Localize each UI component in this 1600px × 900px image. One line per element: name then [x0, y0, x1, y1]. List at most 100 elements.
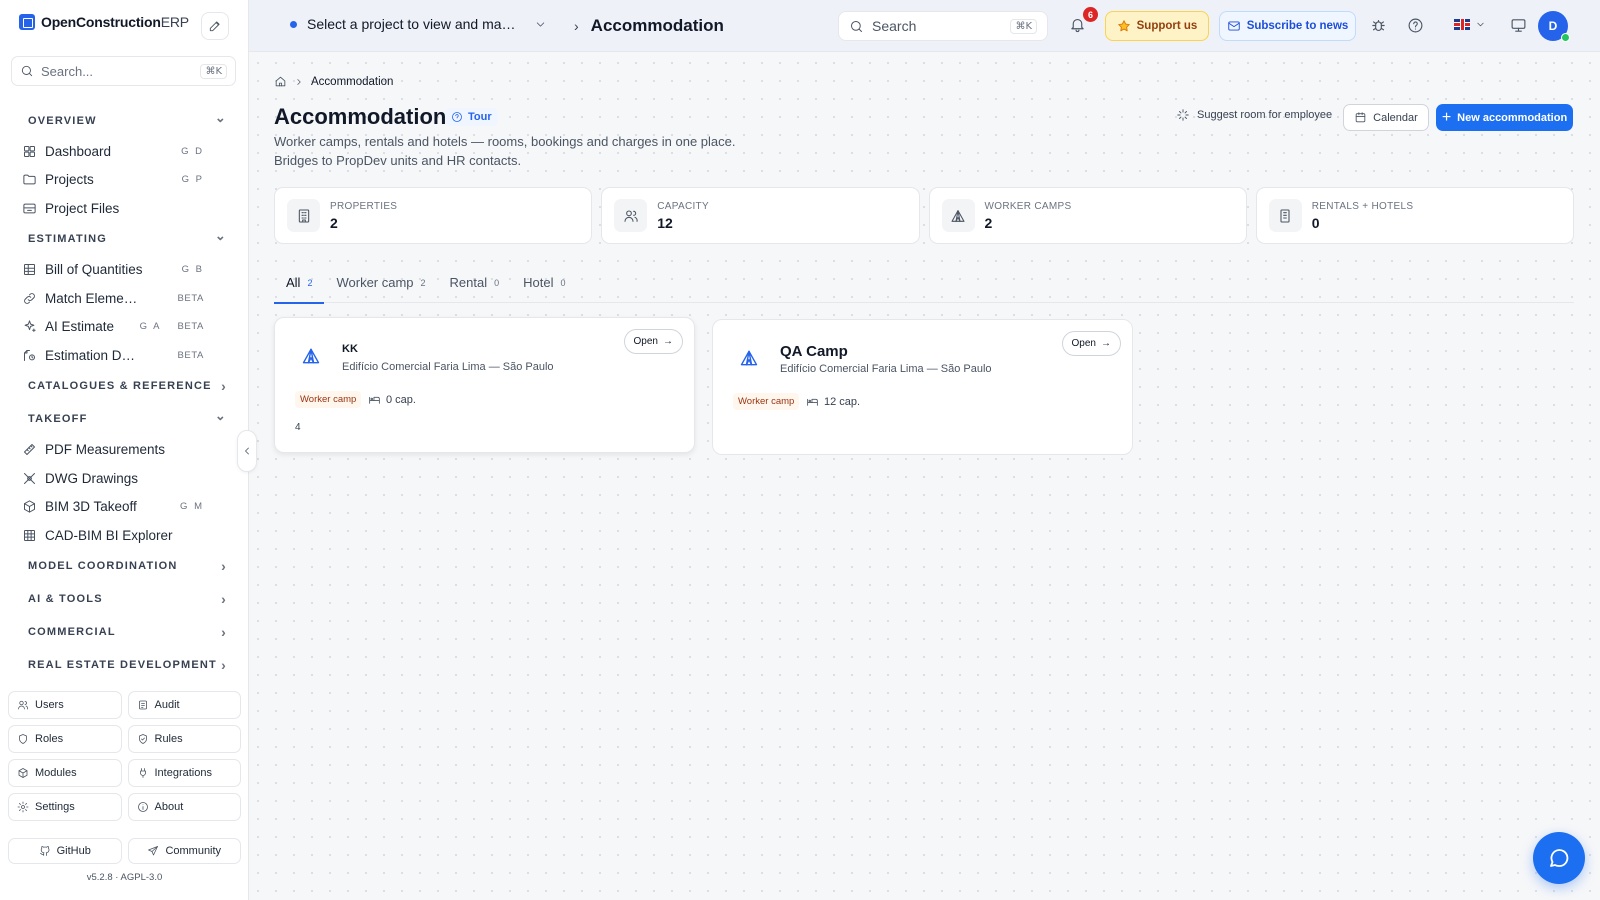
sidebar-item[interactable]: AI Estimate G A BETA [0, 313, 249, 342]
sidebar-item[interactable]: DWG Drawings [0, 464, 249, 493]
admin-link-about[interactable]: About [127, 793, 241, 821]
search-icon [849, 19, 864, 34]
tab-label: Hotel [523, 275, 554, 290]
link-community[interactable]: Community [127, 838, 241, 864]
tab-rental[interactable]: Rental 0 [438, 262, 512, 303]
nav-section-header[interactable]: ESTIMATING ⌄ [0, 223, 249, 256]
help-circle-icon [451, 111, 463, 123]
sidebar-item[interactable]: PDF Measurements [0, 436, 249, 465]
monitor-icon[interactable] [1510, 17, 1527, 34]
admin-link-audit[interactable]: Audit [127, 691, 241, 719]
shortcut-hint: G D [181, 145, 204, 157]
chevron-down-icon: ⌄ [214, 408, 227, 423]
sidebar-item[interactable]: Estimation D… BETA [0, 341, 249, 370]
project-selector[interactable]: Select a project to view and ma… [290, 16, 547, 32]
sidebar-item[interactable]: Bill of Quantities G B [0, 256, 249, 285]
admin-link-rules[interactable]: Rules [127, 725, 241, 753]
stat-icon-box [1268, 199, 1302, 232]
shortcut-hint: G P [181, 174, 204, 186]
bed-icon [806, 395, 819, 408]
admin-link-settings[interactable]: Settings [8, 793, 122, 821]
link-icon [22, 291, 37, 306]
chat-icon [1547, 846, 1571, 870]
admin-link-modules[interactable]: Modules [8, 759, 122, 787]
link-label: GitHub [56, 845, 91, 857]
bug-icon[interactable] [1370, 17, 1387, 34]
language-selector[interactable] [1454, 19, 1486, 30]
home-icon[interactable] [274, 75, 287, 88]
suggest-room-button[interactable]: Suggest room for employee [1176, 108, 1332, 122]
nav-section-header[interactable]: COMMERCIAL › [0, 616, 249, 649]
global-search-shortcut: ⌘K [1010, 18, 1037, 34]
stat-text: PROPERTIES 2 [330, 201, 397, 231]
stat-value: 2 [330, 214, 338, 231]
drawing-icon [22, 471, 37, 486]
admin-link-integrations[interactable]: Integrations [127, 759, 241, 787]
support-us-button[interactable]: Support us [1105, 11, 1209, 41]
nav-section-header[interactable]: CATALOGUES & REFERENCE › [0, 370, 249, 403]
nav-section-header[interactable]: MODEL COORDINATION › [0, 550, 249, 583]
tab-hotel[interactable]: Hotel 0 [511, 262, 577, 303]
stat-label: RENTALS + HOTELS [1311, 200, 1414, 212]
stat-card: PROPERTIES 2 [274, 187, 593, 244]
tab-count: 2 [420, 277, 426, 288]
nav-section-title: OVERVIEW [28, 114, 97, 127]
sidebar-item-label: Estimation D… [45, 347, 136, 363]
tent-icon [301, 346, 321, 366]
stat-icon-box [941, 199, 975, 232]
users-icon [17, 699, 29, 711]
app-logo[interactable]: OpenConstructionERP [19, 14, 189, 30]
tab-label: All [286, 275, 301, 290]
calendar-button[interactable]: Calendar [1343, 104, 1429, 131]
users-icon [623, 208, 639, 224]
accommodation-card[interactable]: KK Edifício Comercial Faria Lima — São Pa… [274, 317, 695, 453]
search-icon [20, 64, 34, 78]
sidebar-item[interactable]: Projects G P [0, 166, 249, 195]
tab-all[interactable]: All 2 [274, 262, 325, 304]
admin-link-users[interactable]: Users [8, 691, 122, 719]
tab-count: 0 [560, 277, 566, 288]
sidebar-item-label: Projects [45, 172, 94, 188]
beta-badge: BETA [177, 349, 204, 361]
new-accommodation-button[interactable]: + New accommodation [1436, 104, 1573, 131]
open-button[interactable]: Open → [1061, 331, 1121, 356]
stat-label: PROPERTIES [330, 200, 398, 212]
collapse-sidebar-button[interactable] [237, 430, 257, 472]
capacity-value: 0 cap. [386, 393, 416, 406]
type-tabs: All 2 Worker camp 2 Rental 0 Hotel 0 [274, 262, 1574, 304]
mail-icon [1227, 19, 1241, 33]
admin-link-roles[interactable]: Roles [8, 725, 122, 753]
nav-section-header[interactable]: AI & TOOLS › [0, 583, 249, 616]
sidebar-item-label: Match Eleme… [45, 290, 138, 306]
archive-icon [22, 201, 37, 216]
sparkles-icon [1176, 108, 1190, 122]
help-icon[interactable] [1407, 17, 1424, 34]
tab-count: 2 [307, 277, 313, 288]
tab-worker-camp[interactable]: Worker camp 2 [324, 262, 437, 303]
sidebar-item[interactable]: BIM 3D Takeoff G M [0, 493, 249, 522]
nav-section-header[interactable]: REAL ESTATE DEVELOPMENT › [0, 649, 249, 682]
sidebar-item[interactable]: CAD-BIM BI Explorer [0, 521, 249, 550]
sidebar-item[interactable]: Project Files [0, 194, 249, 223]
sidebar-item-label: Bill of Quantities [45, 262, 143, 278]
link-github[interactable]: GitHub [8, 838, 122, 864]
sidebar-search-input[interactable]: Search... ⌘K [11, 56, 236, 86]
subscribe-news-button[interactable]: Subscribe to news [1219, 11, 1356, 41]
capacity-info: 12 cap. [806, 393, 860, 410]
chat-button[interactable] [1533, 832, 1585, 884]
top-title: › Accommodation [574, 16, 724, 36]
sidebar-item[interactable]: Match Eleme… BETA [0, 284, 249, 313]
calendar-icon [1354, 111, 1367, 124]
global-search-input[interactable]: Search ⌘K [838, 11, 1048, 41]
arrow-right-icon: → [663, 336, 673, 347]
open-button[interactable]: Open → [623, 329, 683, 354]
tour-button[interactable]: Tour [445, 108, 498, 126]
edit-button[interactable] [201, 12, 229, 40]
admin-link-label: Roles [35, 733, 64, 745]
stats-row: PROPERTIES 2 CAPACITY 12 WORKER CAMPS 2 RENTAL… [274, 187, 1574, 244]
accommodation-card[interactable]: QA Camp Edifício Comercial Faria Lima — S… [712, 319, 1133, 455]
nav-section-header[interactable]: TAKEOFF ⌄ [0, 403, 249, 436]
stat-value: 2 [984, 214, 993, 231]
sidebar-item[interactable]: Dashboard G D [0, 137, 249, 166]
nav-section-header[interactable]: OVERVIEW ⌄ [0, 104, 249, 137]
